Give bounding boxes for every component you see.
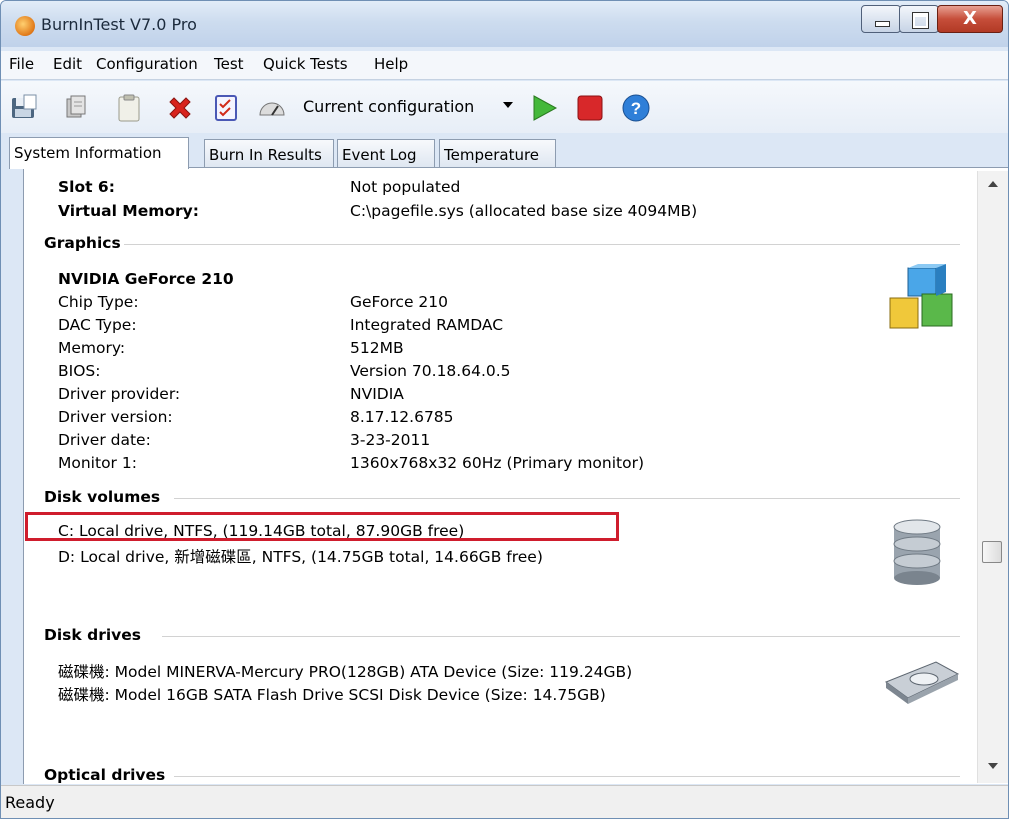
graphics-value: NVIDIA xyxy=(350,385,404,403)
menu-configuration[interactable]: Configuration xyxy=(96,55,198,73)
graphics-label: Monitor 1: xyxy=(58,454,137,472)
maximize-button[interactable] xyxy=(899,5,939,33)
status-bar: Ready xyxy=(1,785,1008,818)
status-text: Ready xyxy=(5,793,55,812)
database-icon xyxy=(890,518,946,586)
tab-system-information[interactable]: System Information xyxy=(9,137,189,169)
graphics-blocks-icon xyxy=(886,264,958,336)
close-button[interactable]: X xyxy=(937,5,1003,33)
disk-drives-section-title: Disk drives xyxy=(44,626,142,644)
vertical-scrollbar[interactable] xyxy=(977,171,1008,783)
menu-bar: File Edit Configuration Test Quick Tests… xyxy=(1,51,1008,80)
hard-drive-icon xyxy=(884,658,960,704)
delete-icon[interactable] xyxy=(165,93,195,123)
disk-drive-item: 磁碟機: Model 16GB SATA Flash Drive SCSI Di… xyxy=(58,686,606,704)
svg-text:?: ? xyxy=(631,99,641,118)
application-window: BurnInTest V7.0 Pro X File Edit Configur… xyxy=(0,0,1009,819)
graphics-label: Chip Type: xyxy=(58,293,139,311)
stop-icon[interactable] xyxy=(575,93,605,123)
scrollbar-thumb[interactable] xyxy=(982,541,1002,563)
graphics-value: Version 70.18.64.0.5 xyxy=(350,362,511,380)
graphics-label: DAC Type: xyxy=(58,316,137,334)
optical-drives-section-title: Optical drives xyxy=(44,766,166,784)
graphics-value: 512MB xyxy=(350,339,404,357)
graphics-value: GeForce 210 xyxy=(350,293,448,311)
graphics-value: Integrated RAMDAC xyxy=(350,316,504,334)
graphics-value: 8.17.12.6785 xyxy=(350,408,454,426)
section-divider xyxy=(124,244,960,245)
highlight-box xyxy=(25,512,619,541)
checklist-icon[interactable] xyxy=(211,93,241,123)
clipboard-icon[interactable] xyxy=(114,93,144,123)
title-bar[interactable]: BurnInTest V7.0 Pro X xyxy=(1,1,1008,47)
scroll-up-icon[interactable] xyxy=(988,181,998,187)
disk-volumes-section-title: Disk volumes xyxy=(44,488,161,506)
section-divider xyxy=(162,636,960,637)
minimize-button[interactable] xyxy=(861,5,901,33)
virtual-memory-value: C:\pagefile.sys (allocated base size 409… xyxy=(350,202,698,220)
menu-edit[interactable]: Edit xyxy=(53,55,82,73)
graphics-label: Driver provider: xyxy=(58,385,181,403)
virtual-memory-label: Virtual Memory: xyxy=(58,202,199,220)
close-icon: X xyxy=(963,8,977,29)
tab-burn-in-results[interactable]: Burn In Results xyxy=(204,139,334,167)
section-divider xyxy=(174,776,960,777)
menu-test[interactable]: Test xyxy=(214,55,244,73)
help-icon[interactable]: ? xyxy=(621,93,651,123)
system-information-panel: Slot 6: Not populated Virtual Memory: C:… xyxy=(23,167,1008,784)
disk-volume-item: D: Local drive, 新增磁碟區, NTFS, (14.75GB to… xyxy=(58,548,543,566)
graphics-label: Driver date: xyxy=(58,431,151,449)
speedometer-icon[interactable] xyxy=(256,93,286,123)
disk-drive-item: 磁碟機: Model MINERVA-Mercury PRO(128GB) AT… xyxy=(58,663,633,681)
section-divider xyxy=(174,498,960,499)
tab-temperature[interactable]: Temperature xyxy=(439,139,556,167)
play-icon[interactable] xyxy=(529,93,559,123)
menu-quick-tests[interactable]: Quick Tests xyxy=(263,55,348,73)
slot6-label: Slot 6: xyxy=(58,178,115,196)
menu-help[interactable]: Help xyxy=(374,55,408,73)
copy-icon[interactable] xyxy=(61,93,91,123)
app-logo-icon xyxy=(15,16,35,36)
save-results-icon[interactable] xyxy=(9,93,39,123)
tab-event-log[interactable]: Event Log xyxy=(337,139,435,167)
graphics-label: BIOS: xyxy=(58,362,101,380)
configuration-dropdown[interactable]: Current configuration xyxy=(299,89,521,123)
graphics-device-name: NVIDIA GeForce 210 xyxy=(58,270,234,288)
graphics-label: Memory: xyxy=(58,339,126,357)
window-title: BurnInTest V7.0 Pro xyxy=(41,15,197,34)
graphics-label: Driver version: xyxy=(58,408,173,426)
scroll-down-icon[interactable] xyxy=(988,763,998,769)
graphics-value: 3-23-2011 xyxy=(350,431,431,449)
chevron-down-icon[interactable] xyxy=(503,102,513,108)
graphics-section-title: Graphics xyxy=(44,234,121,252)
slot6-value: Not populated xyxy=(350,178,461,196)
menu-file[interactable]: File xyxy=(9,55,34,73)
configuration-dropdown-value: Current configuration xyxy=(303,97,475,116)
graphics-value: 1360x768x32 60Hz (Primary monitor) xyxy=(350,454,645,472)
